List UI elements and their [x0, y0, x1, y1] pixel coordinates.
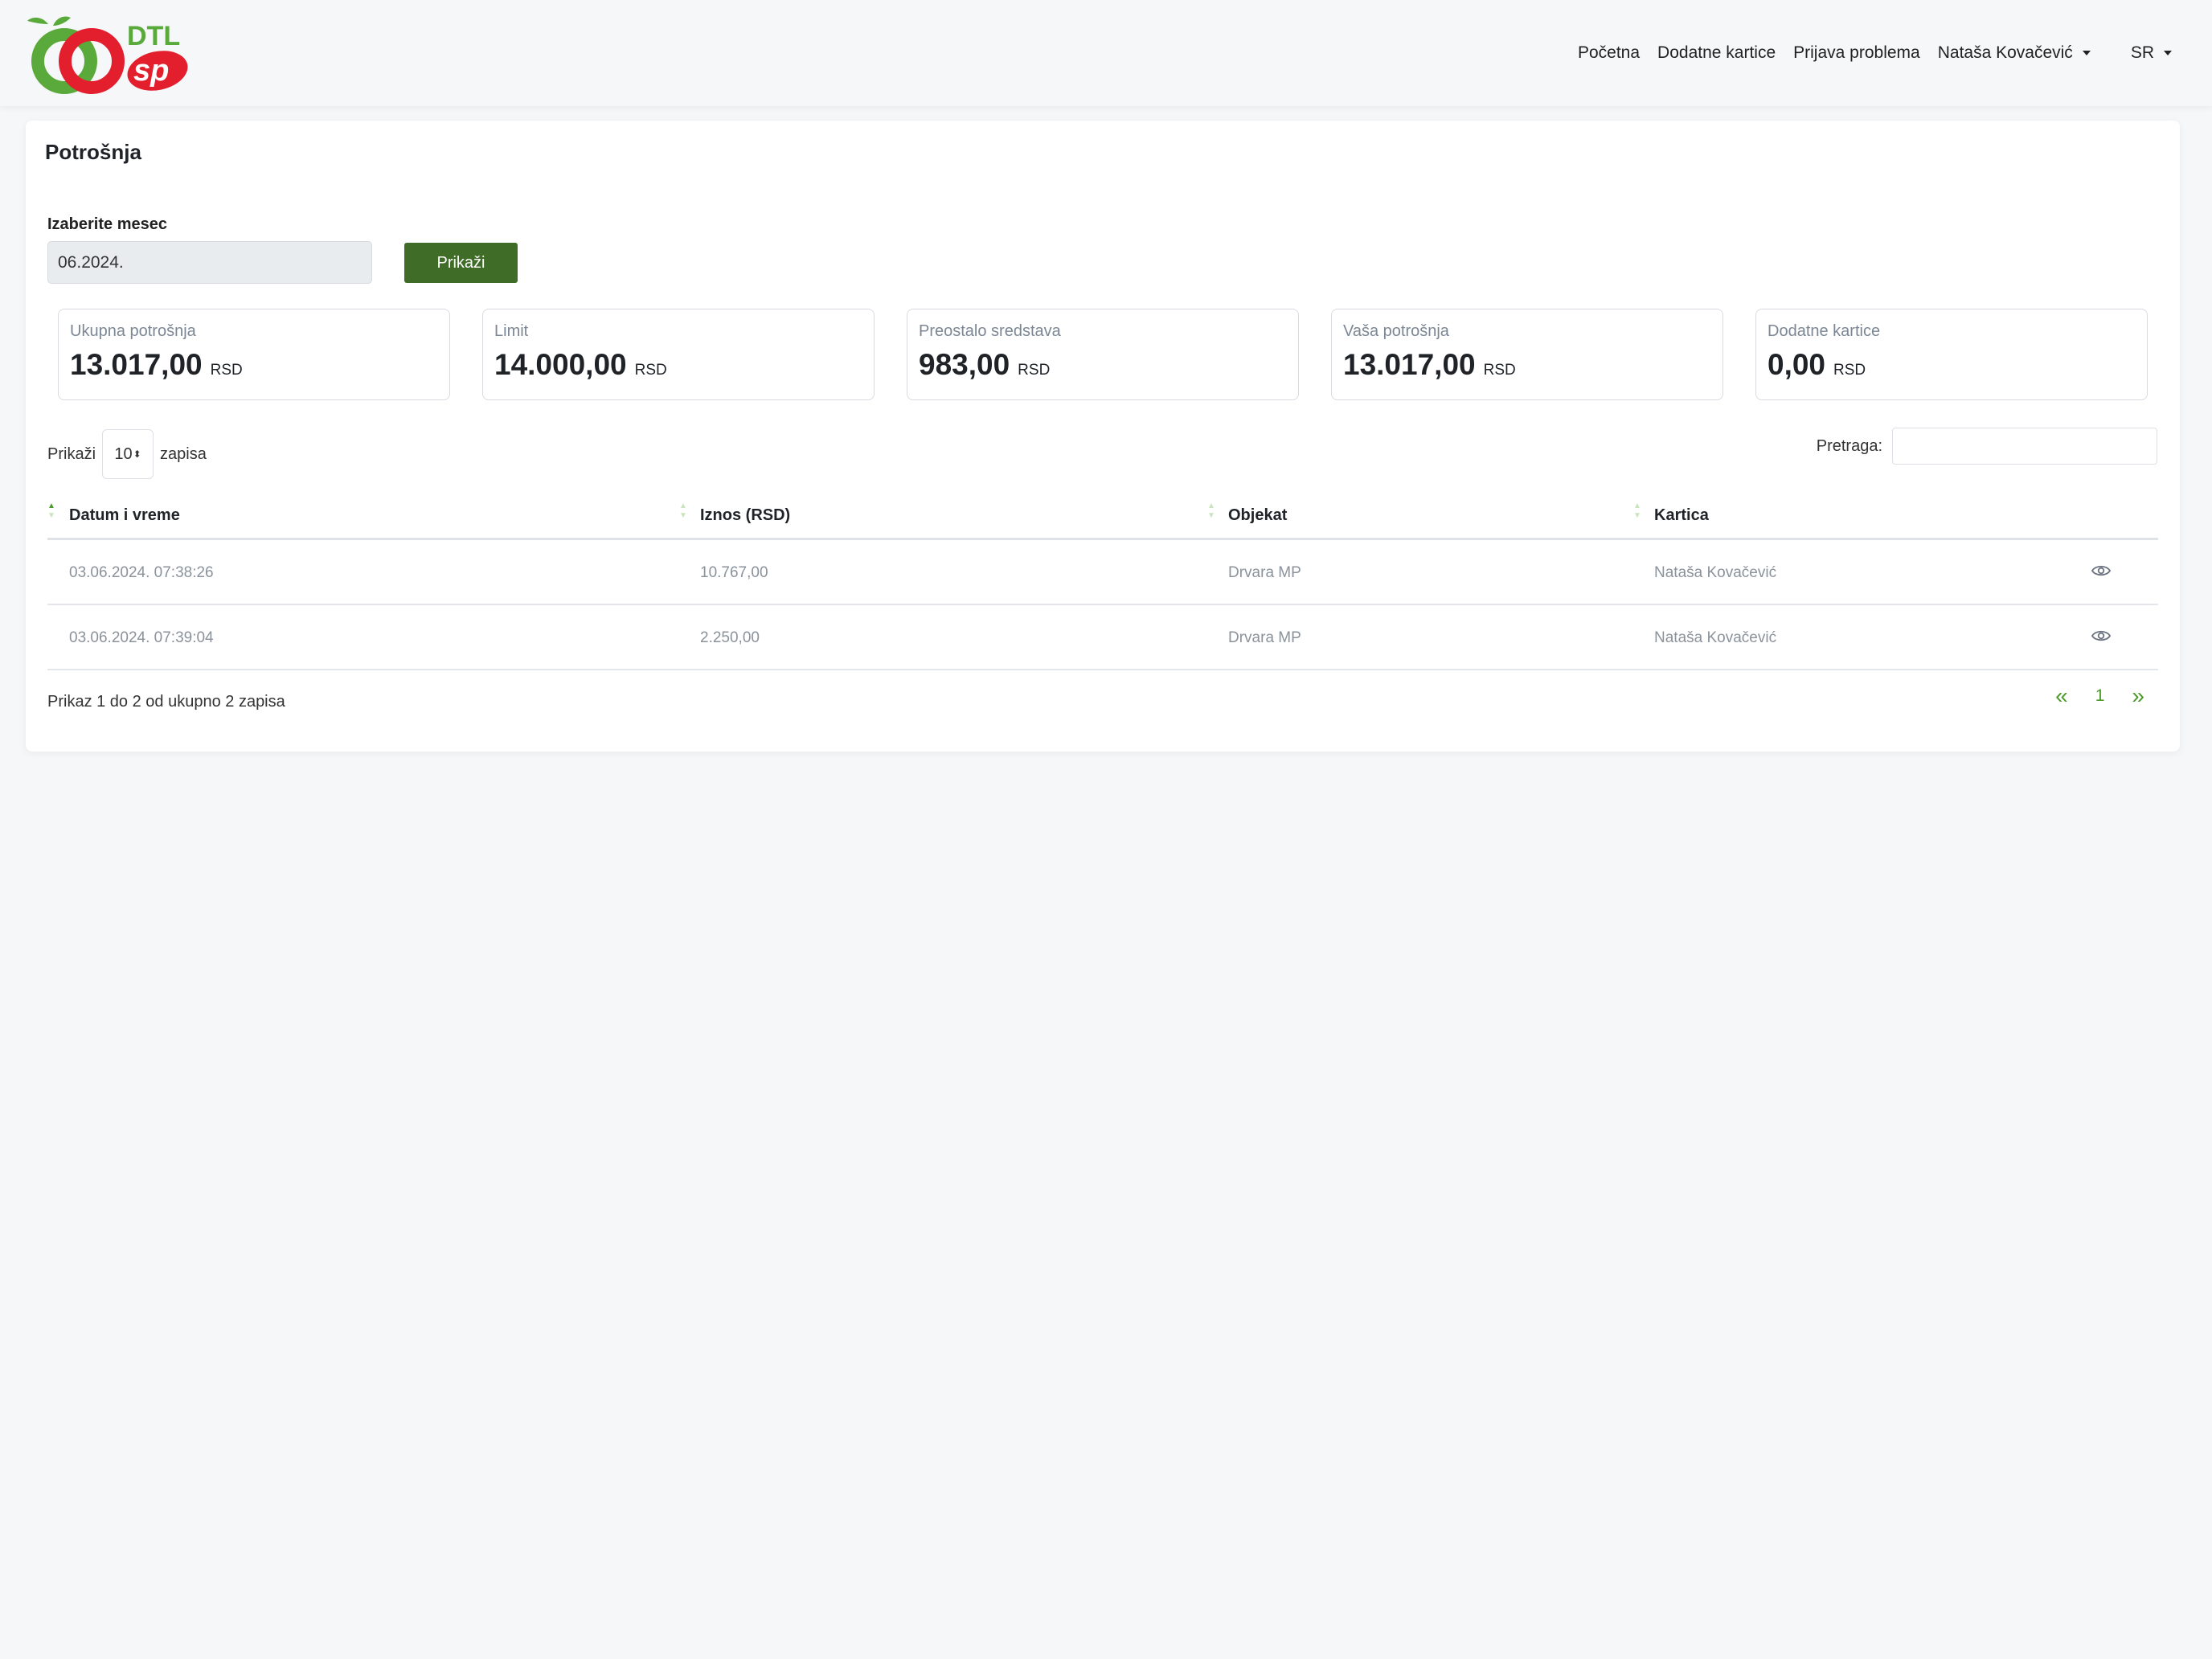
stat-unit: RSD: [210, 362, 243, 379]
page-length-select[interactable]: 10 ⬍: [102, 429, 154, 479]
dtl-sp-logo[interactable]: DTL sp: [24, 13, 193, 96]
svg-text:DTL: DTL: [127, 21, 180, 51]
cell-date: 03.06.2024. 07:39:04: [69, 629, 214, 646]
column-header-date[interactable]: Datum i vreme: [69, 506, 180, 525]
sort-icon[interactable]: ▲ ▼: [47, 502, 55, 521]
page-title: Potrošnja: [45, 140, 141, 164]
user-name: Nataša Kovačević: [1937, 43, 2073, 62]
eye-icon[interactable]: [2091, 563, 2111, 578]
eye-icon[interactable]: [2091, 629, 2111, 643]
page-number[interactable]: 1: [2095, 686, 2105, 706]
column-header-amount[interactable]: Iznos (RSD): [700, 506, 790, 525]
stat-label: Limit: [494, 322, 529, 340]
stat-number: 14.000,00: [494, 348, 627, 381]
svg-text:sp: sp: [133, 54, 169, 88]
caret-down-icon: [2082, 51, 2091, 56]
language-menu[interactable]: SR: [2131, 43, 2172, 63]
stat-value: 983,00 RSD: [919, 348, 1050, 382]
nav-report-problem[interactable]: Prijava problema: [1793, 43, 1920, 63]
stat-label: Ukupna potrošnja: [70, 322, 196, 340]
stat-value: 13.017,00 RSD: [70, 348, 243, 382]
length-prefix: Prikaži: [47, 444, 96, 463]
transactions-table: ▲ ▼ Datum i vreme ▲ ▼ Iznos (RSD) ▲ ▼ Objek…: [47, 492, 2158, 670]
nav-extra-cards[interactable]: Dodatne kartice: [1657, 43, 1776, 63]
stat-unit: RSD: [1833, 362, 1866, 379]
search-input[interactable]: [1892, 428, 2157, 465]
stat-number: 0,00: [1768, 348, 1826, 381]
stat-value: 13.017,00 RSD: [1343, 348, 1516, 382]
stat-remaining-funds: Preostalo sredstava 983,00 RSD: [907, 309, 1299, 400]
pagination: « 1 »: [2055, 683, 2144, 709]
consumption-card: Potrošnja Izaberite mesec 06.2024. Prika…: [26, 121, 2180, 752]
stat-value: 14.000,00 RSD: [494, 348, 667, 382]
show-button[interactable]: Prikaži: [404, 243, 518, 283]
stat-unit: RSD: [1483, 362, 1516, 379]
stat-unit: RSD: [1018, 362, 1051, 379]
cell-store: Drvara MP: [1228, 564, 1301, 581]
page-length-value: 10: [114, 444, 133, 463]
length-suffix: zapisa: [160, 444, 207, 463]
stat-number: 983,00: [919, 348, 1010, 381]
cell-amount: 2.250,00: [700, 629, 760, 646]
table-info: Prikaz 1 do 2 od ukupno 2 zapisa: [47, 693, 285, 711]
stat-number: 13.017,00: [70, 348, 203, 381]
stat-limit: Limit 14.000,00 RSD: [482, 309, 875, 400]
table-row: 03.06.2024. 07:39:04 2.250,00 Drvara MP …: [47, 605, 2158, 670]
cell-card: Nataša Kovačević: [1654, 629, 1777, 646]
updown-icon: ⬍: [133, 449, 141, 460]
cell-card: Nataša Kovačević: [1654, 564, 1777, 581]
navbar: DTL sp Početna Dodatne kartice Prijava p…: [0, 0, 2212, 106]
stat-label: Vaša potrošnja: [1343, 322, 1449, 340]
month-input[interactable]: 06.2024.: [47, 241, 372, 284]
page-length-control: Prikaži 10 ⬍ zapisa: [47, 429, 207, 479]
stat-value: 0,00 RSD: [1768, 348, 1866, 382]
sort-icon[interactable]: ▲ ▼: [679, 502, 687, 521]
stat-extra-cards: Dodatne kartice 0,00 RSD: [1755, 309, 2148, 400]
cell-date: 03.06.2024. 07:38:26: [69, 564, 214, 581]
stat-total-consumption: Ukupna potrošnja 13.017,00 RSD: [58, 309, 450, 400]
language-code: SR: [2130, 43, 2154, 62]
double-chevron-left-icon[interactable]: «: [2055, 683, 2068, 709]
table-header: ▲ ▼ Datum i vreme ▲ ▼ Iznos (RSD) ▲ ▼ Objek…: [47, 492, 2158, 540]
cell-store: Drvara MP: [1228, 629, 1301, 646]
sort-icon[interactable]: ▲ ▼: [1207, 502, 1215, 521]
search-label: Pretraga:: [1816, 436, 1882, 455]
table-row: 03.06.2024. 07:38:26 10.767,00 Drvara MP…: [47, 540, 2158, 605]
search-control: Pretraga:: [1817, 428, 2157, 465]
stat-your-consumption: Vaša potrošnja 13.017,00 RSD: [1331, 309, 1723, 400]
stat-unit: RSD: [634, 362, 667, 379]
nav-home[interactable]: Početna: [1578, 43, 1640, 63]
stat-label: Dodatne kartice: [1768, 322, 1881, 340]
column-header-store[interactable]: Objekat: [1228, 506, 1287, 525]
sort-icon[interactable]: ▲ ▼: [1633, 502, 1641, 521]
nav-links: Početna Dodatne kartice Prijava problema…: [1560, 0, 2172, 106]
stat-label: Preostalo sredstava: [919, 322, 1061, 340]
stat-number: 13.017,00: [1343, 348, 1476, 381]
user-menu[interactable]: Nataša Kovačević: [1938, 43, 2091, 63]
column-header-card[interactable]: Kartica: [1654, 506, 1709, 525]
month-label: Izaberite mesec: [47, 215, 167, 233]
cell-amount: 10.767,00: [700, 564, 768, 581]
caret-down-icon: [2164, 51, 2172, 56]
double-chevron-right-icon[interactable]: »: [2132, 683, 2144, 709]
